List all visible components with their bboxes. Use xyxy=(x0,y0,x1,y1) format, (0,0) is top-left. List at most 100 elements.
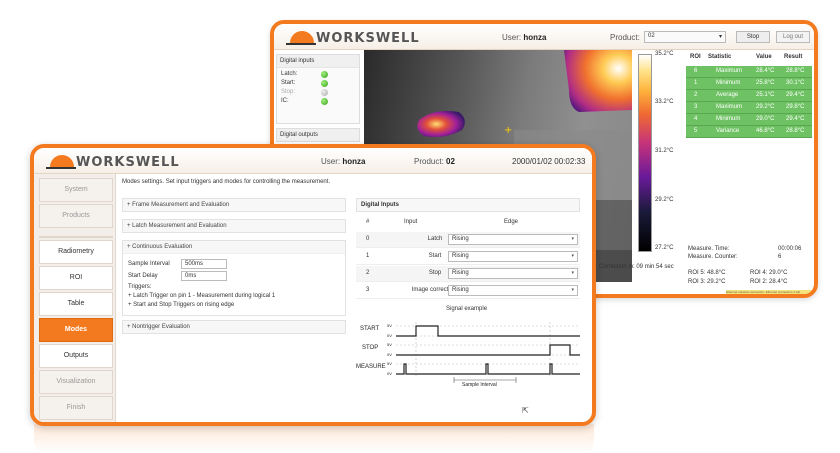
digital-inputs-title: Digital Inputs xyxy=(356,198,580,212)
roi-cell: 3 xyxy=(694,104,698,110)
level-label: 0V xyxy=(387,371,392,376)
measure-labels: Measure. Time: Measure. Counter: xyxy=(688,246,738,260)
value-cell: 28.4°C xyxy=(756,68,775,74)
signal-diagram: START STOP MEASURE 5V 0V 5V 0V 5V 0V Sam… xyxy=(356,318,580,392)
table-row[interactable]: 1 Minimum 25.8°C 30.1°C xyxy=(686,78,812,90)
back-product-select[interactable]: 02 ▾ xyxy=(644,31,726,43)
roi-header-value: Value xyxy=(756,54,772,60)
scale-tick: 31.2°C xyxy=(655,148,674,154)
level-label: 5V xyxy=(387,323,392,328)
back-product-label: Product: xyxy=(610,33,640,42)
measure-time-label: Measure. Time: xyxy=(688,246,730,252)
accordion-frame[interactable]: + Frame Measurement and Evaluation xyxy=(122,198,346,212)
value-cell: 46.8°C xyxy=(756,128,775,134)
scale-tick: 27.2°C xyxy=(655,245,674,251)
roi-summary: ROI 4: 29.0°C xyxy=(750,270,788,276)
table-row: 1 Start Rising ▾ xyxy=(356,249,580,265)
measure-values: 00:00:06 6 xyxy=(778,246,801,260)
value-cell: 25.1°C xyxy=(756,92,775,98)
accordion-continuous[interactable]: + Continuous Evaluation xyxy=(123,241,345,254)
temperature-scale xyxy=(638,54,652,252)
result-cell: 29.4°C xyxy=(786,116,805,122)
stat-cell: Variance xyxy=(716,128,740,134)
roi-summary: ROI 3: 29.2°C xyxy=(688,279,726,285)
table-row[interactable]: 5 Variance 46.8°C 28.8°C xyxy=(686,126,812,138)
stat-cell: Minimum xyxy=(716,80,741,86)
sidebar-item-modes[interactable]: Modes xyxy=(39,318,113,342)
roi-table: 6 Maximum 28.4°C 28.8°C 1 Minimum 25.8°C… xyxy=(686,66,812,138)
start-led-icon xyxy=(321,80,328,87)
workswell-logo-icon xyxy=(46,153,76,171)
front-product: Product: 02 xyxy=(414,157,455,166)
sidebar-item-radiometry[interactable]: Radiometry xyxy=(39,240,113,264)
table-row: 0 Latch Rising ▾ xyxy=(356,232,580,248)
di-number: 2 xyxy=(366,270,370,276)
sidebar-item-visualization[interactable]: Visualization xyxy=(39,370,113,394)
stop-button[interactable]: Stop xyxy=(736,31,770,43)
triggers-label: Triggers: xyxy=(128,284,152,290)
di-header-input: Input xyxy=(404,219,418,225)
sample-interval-label: Sample Interval xyxy=(128,261,170,267)
roi-cell: 4 xyxy=(694,116,698,122)
di-number: 0 xyxy=(366,236,370,242)
signal-example-title: Signal example xyxy=(446,306,488,312)
measure-counter-value: 6 xyxy=(778,254,782,260)
start-delay-input[interactable]: 0ms xyxy=(181,271,227,281)
digital-inputs-panel: Digital inputs Latch: Start: Stop: IC: xyxy=(276,54,360,124)
measure-counter-label: Measure. Counter: xyxy=(688,254,738,260)
roi-cell: 1 xyxy=(694,80,698,86)
sidebar-item-table[interactable]: Table xyxy=(39,292,113,316)
stat-cell: Average xyxy=(716,92,739,98)
value-cell: 25.8°C xyxy=(756,80,775,86)
sidebar-item-outputs[interactable]: Outputs xyxy=(39,344,113,368)
table-row[interactable]: 2 Average 25.1°C 29.4°C xyxy=(686,90,812,102)
accordion-nontrigger[interactable]: + Nontrigger Evaluation xyxy=(122,320,346,334)
sidebar-item-roi[interactable]: ROI xyxy=(39,266,113,290)
table-row[interactable]: 6 Maximum 28.4°C 28.8°C xyxy=(686,66,812,78)
digital-inputs-title: Digital inputs xyxy=(277,55,359,68)
roi-header-roi: ROI xyxy=(690,54,701,60)
chevron-down-icon: ▾ xyxy=(571,236,574,242)
sidebar-divider xyxy=(39,236,113,238)
ic-led-icon xyxy=(321,98,328,105)
stop-led-icon xyxy=(321,89,328,96)
chevron-down-icon: ▾ xyxy=(571,270,574,276)
roi-table-header: ROI Statistic Value Result xyxy=(686,54,812,64)
workswell-logo-icon xyxy=(286,29,316,47)
edge-select[interactable]: Rising ▾ xyxy=(448,285,578,296)
roi-cell: 2 xyxy=(694,92,698,98)
table-row: 3 Image correction Rising ▾ xyxy=(356,283,580,299)
sample-interval-input[interactable]: 500ms xyxy=(181,259,227,269)
table-row[interactable]: 3 Maximum 29.2°C 29.8°C xyxy=(686,102,812,114)
logout-button[interactable]: Log out xyxy=(776,31,810,43)
digital-outputs-panel: Digital outputs xyxy=(276,128,360,142)
edge-select[interactable]: Rising ▾ xyxy=(448,234,578,245)
window-reflection xyxy=(34,424,594,453)
back-logo: WORKSWELL xyxy=(286,29,420,47)
edge-select[interactable]: Rising ▾ xyxy=(448,251,578,262)
di-number: 3 xyxy=(366,287,370,293)
roi-summary: ROI 5: 48.8°C xyxy=(688,270,726,276)
value-cell: 29.0°C xyxy=(756,116,775,122)
chevron-down-icon: ▾ xyxy=(718,34,722,40)
level-label: 0V xyxy=(387,352,392,357)
sample-interval-caption: Sample Interval xyxy=(462,382,497,388)
input-label-start: Start: xyxy=(281,80,296,86)
back-logo-text: WORKSWELL xyxy=(316,30,420,46)
sidebar-item-finish[interactable]: Finish xyxy=(39,396,113,420)
di-header-edge: Edge xyxy=(504,219,519,225)
accordion-latch[interactable]: + Latch Measurement and Evaluation xyxy=(122,219,346,233)
scale-tick: 35.2°C xyxy=(655,51,674,57)
trigger-item: + Latch Trigger on pin 1 - Measurement d… xyxy=(128,293,276,299)
edge-select[interactable]: Rising ▾ xyxy=(448,268,578,279)
correction-countdown: Correction in: 09 min 54 sec xyxy=(599,264,674,270)
latch-led-icon xyxy=(321,71,328,78)
roi-cell: 6 xyxy=(694,68,698,74)
roi-summary: ROI 2: 28.4°C xyxy=(750,279,788,285)
sidebar-item-products[interactable]: Products xyxy=(39,204,113,228)
sidebar-item-system[interactable]: System xyxy=(39,178,113,202)
mouse-cursor-icon: ⇱ xyxy=(522,406,529,415)
table-row[interactable]: 4 Minimum 29.0°C 29.4°C xyxy=(686,114,812,126)
level-label: 5V xyxy=(387,361,392,366)
modes-intro: Modes settings. Set input triggers and m… xyxy=(122,179,331,185)
